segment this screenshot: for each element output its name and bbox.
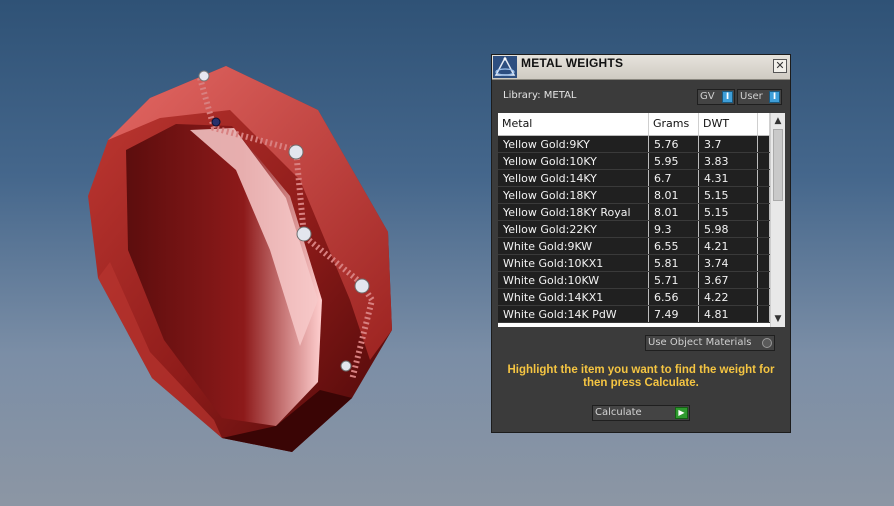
gem [296, 226, 312, 242]
gv-toggle-label: GV [700, 91, 715, 102]
calculate-button[interactable]: Calculate ▶ [592, 405, 690, 421]
cell-dwt: 4.81 [699, 306, 758, 322]
cell-blank [758, 170, 770, 186]
column-header-grams[interactable]: Grams [649, 113, 699, 135]
cell-dwt: 4.21 [699, 238, 758, 254]
cell-metal: Yellow Gold:18KY Royal [498, 204, 649, 220]
cell-metal: Yellow Gold:10KY [498, 153, 649, 169]
cell-dwt: 3.74 [699, 255, 758, 271]
scroll-down-icon[interactable]: ▼ [772, 313, 784, 325]
gem [211, 117, 221, 127]
metal-weights-panel: METAL WEIGHTS ✕ Library: METAL GV I User… [491, 54, 791, 433]
cell-grams: 5.81 [649, 255, 699, 271]
cell-blank [758, 238, 770, 254]
column-header-blank [758, 113, 770, 135]
table-row[interactable]: Yellow Gold:22KY 9.3 5.98 [498, 221, 770, 238]
cell-grams: 6.55 [649, 238, 699, 254]
cell-blank [758, 221, 770, 237]
table-row[interactable]: White Gold:10KX1 5.81 3.74 [498, 255, 770, 272]
scrollbar-thumb[interactable] [773, 129, 783, 201]
close-icon: ✕ [775, 59, 785, 72]
table-row[interactable]: White Gold:14K PdW 7.49 4.81 [498, 306, 770, 323]
cell-blank [758, 289, 770, 305]
gem [354, 278, 370, 294]
toggle-indicator-icon: I [722, 91, 733, 103]
instructions-text: Highlight the item you want to find the … [507, 364, 775, 389]
toggle-indicator-icon: I [769, 91, 780, 103]
cell-metal: White Gold:14KX1 [498, 289, 649, 305]
cell-dwt: 4.22 [699, 289, 758, 305]
cell-metal: Yellow Gold:18KY [498, 187, 649, 203]
cell-grams: 5.76 [649, 136, 699, 152]
cell-dwt: 3.83 [699, 153, 758, 169]
cell-blank [758, 306, 770, 322]
cell-metal: Yellow Gold:22KY [498, 221, 649, 237]
user-toggle[interactable]: User I [737, 89, 782, 105]
table-row[interactable]: Yellow Gold:9KY 5.76 3.7 [498, 136, 770, 153]
app-logo-icon [493, 56, 517, 78]
calculate-label: Calculate [595, 407, 642, 418]
cell-dwt: 3.7 [699, 136, 758, 152]
cell-grams: 9.3 [649, 221, 699, 237]
cell-grams: 8.01 [649, 204, 699, 220]
table-row[interactable]: Yellow Gold:18KY 8.01 5.15 [498, 187, 770, 204]
cell-dwt: 5.15 [699, 187, 758, 203]
cell-blank [758, 187, 770, 203]
column-header-dwt[interactable]: DWT [699, 113, 758, 135]
panel-title: METAL WEIGHTS [521, 56, 624, 70]
cell-metal: White Gold:14K PdW [498, 306, 649, 322]
user-toggle-label: User [740, 91, 763, 102]
cell-blank [758, 136, 770, 152]
cell-dwt: 5.15 [699, 204, 758, 220]
panel-titlebar[interactable]: METAL WEIGHTS ✕ [492, 55, 790, 80]
gem [288, 144, 304, 160]
cell-blank [758, 255, 770, 271]
cell-metal: White Gold:10KX1 [498, 255, 649, 271]
cell-metal: White Gold:9KW [498, 238, 649, 254]
library-label: Library: METAL [503, 90, 577, 101]
cell-metal: Yellow Gold:9KY [498, 136, 649, 152]
cell-grams: 6.56 [649, 289, 699, 305]
gem [340, 360, 352, 372]
table-row[interactable]: Yellow Gold:14KY 6.7 4.31 [498, 170, 770, 187]
table-scrollbar[interactable]: ▲ ▼ [770, 113, 785, 327]
column-header-metal[interactable]: Metal [498, 113, 649, 135]
metal-table[interactable]: Metal Grams DWT Yellow Gold:9KY 5.76 3.7 Y… [498, 113, 785, 327]
cell-dwt: 5.98 [699, 221, 758, 237]
cell-grams: 5.95 [649, 153, 699, 169]
cell-grams: 8.01 [649, 187, 699, 203]
cell-dwt: 3.67 [699, 272, 758, 288]
gem [198, 70, 210, 82]
table-row[interactable]: White Gold:9KW 6.55 4.21 [498, 238, 770, 255]
cell-grams: 6.7 [649, 170, 699, 186]
use-object-materials-option[interactable]: Use Object Materials [645, 335, 775, 351]
table-row[interactable]: White Gold:14KX1 6.56 4.22 [498, 289, 770, 306]
cell-grams: 7.49 [649, 306, 699, 322]
cell-blank [758, 153, 770, 169]
cell-metal: White Gold:10KW [498, 272, 649, 288]
use-object-materials-label: Use Object Materials [648, 337, 752, 348]
radio-icon[interactable] [762, 338, 772, 348]
table-row[interactable]: White Gold:10KW 5.71 3.67 [498, 272, 770, 289]
gv-toggle[interactable]: GV I [697, 89, 735, 105]
table-header: Metal Grams DWT [498, 113, 770, 136]
cell-dwt: 4.31 [699, 170, 758, 186]
cell-grams: 5.71 [649, 272, 699, 288]
close-button[interactable]: ✕ [773, 59, 787, 73]
table-body: Yellow Gold:9KY 5.76 3.7 Yellow Gold:10KY 5… [498, 136, 770, 323]
table-row[interactable]: Yellow Gold:18KY Royal 8.01 5.15 [498, 204, 770, 221]
cell-blank [758, 204, 770, 220]
scroll-up-icon[interactable]: ▲ [772, 115, 784, 127]
table-row[interactable]: Yellow Gold:10KY 5.95 3.83 [498, 153, 770, 170]
play-arrow-icon: ▶ [675, 407, 688, 419]
cell-blank [758, 272, 770, 288]
cell-metal: Yellow Gold:14KY [498, 170, 649, 186]
